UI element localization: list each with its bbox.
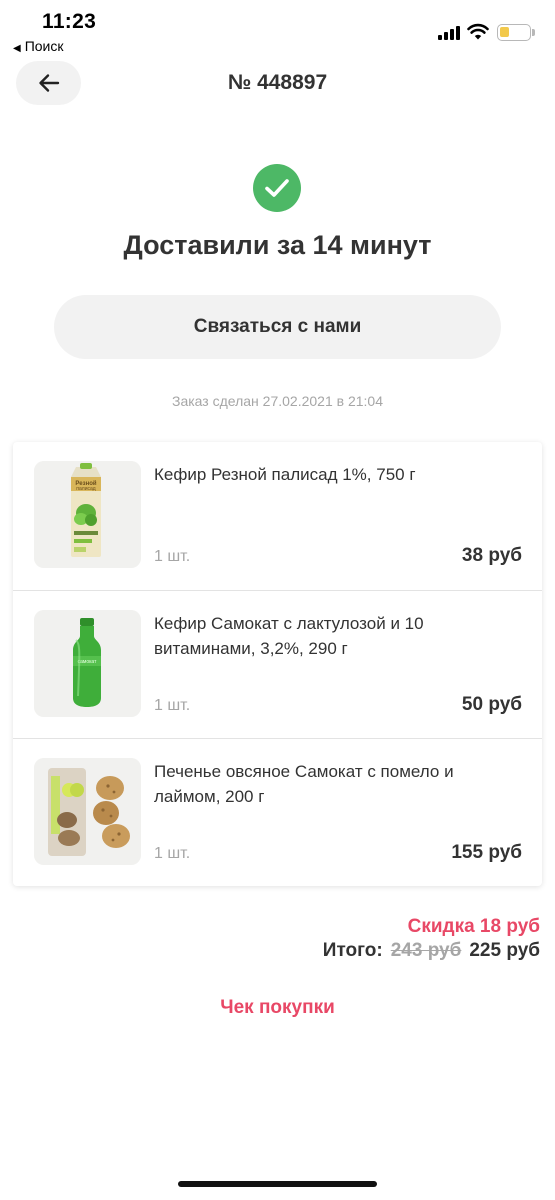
order-header: № 448897 — [0, 60, 555, 106]
order-total: Итого: 243 руб 225 руб — [323, 940, 540, 962]
item-name: Кефир Резной палисад 1%, 750 г — [154, 465, 416, 484]
item-quantity: 1 шт. — [154, 697, 191, 714]
cellular-signal-icon — [438, 26, 460, 40]
checkmark-icon — [265, 179, 289, 197]
home-indicator[interactable] — [178, 1181, 377, 1187]
oat-cookies-image — [34, 758, 141, 865]
item-price: 38 руб — [461, 545, 522, 566]
status-bar: 11:23 ◀ Поиск — [0, 0, 555, 60]
order-items-list: Резной палисад Кефир Резной палисад 1%, … — [13, 442, 542, 886]
battery-icon — [497, 24, 531, 41]
item-price: 155 руб — [451, 842, 522, 863]
item-name: Печенье овсяное Самокат с помело и лаймо… — [154, 762, 454, 806]
old-price: 243 руб — [390, 940, 462, 961]
list-item[interactable]: самокат Кефир Самокат с лактулозой и 10 … — [13, 590, 542, 738]
discount-label: Скидка 18 руб — [407, 916, 540, 937]
contact-us-button[interactable]: Связаться с нами — [54, 295, 501, 359]
receipt-link[interactable]: Чек покупки — [0, 997, 555, 1019]
kefir-carton-image: Резной палисад — [34, 461, 141, 568]
total-label: Итого: — [322, 940, 383, 961]
battery-tip — [532, 29, 535, 36]
checkmark-circle-icon — [253, 164, 301, 212]
order-date: Заказ сделан 27.02.2021 в 21:04 — [172, 393, 383, 409]
new-price: 225 руб — [469, 940, 540, 961]
item-name: Кефир Самокат с лактулозой и 10 витамина… — [154, 614, 424, 658]
item-quantity: 1 шт. — [154, 548, 191, 565]
svg-text:самокат: самокат — [78, 659, 97, 665]
wifi-icon — [467, 23, 489, 40]
list-item[interactable]: Печенье овсяное Самокат с помело и лаймо… — [13, 738, 542, 886]
back-app-label: Поиск — [24, 38, 64, 54]
list-item[interactable]: Резной палисад Кефир Резной палисад 1%, … — [13, 442, 542, 590]
order-number-title: № 448897 — [227, 71, 328, 94]
svg-text:палисад: палисад — [76, 486, 95, 492]
item-price: 50 руб — [461, 694, 522, 715]
item-quantity: 1 шт. — [154, 845, 191, 862]
back-to-app-link[interactable]: ◀ Поиск — [13, 38, 64, 54]
clock: 11:23 — [42, 10, 97, 33]
triangle-left-icon: ◀ — [13, 43, 21, 54]
green-bottle-image: самокат — [34, 610, 141, 717]
delivery-status-text: Доставили за 14 минут — [123, 230, 432, 260]
